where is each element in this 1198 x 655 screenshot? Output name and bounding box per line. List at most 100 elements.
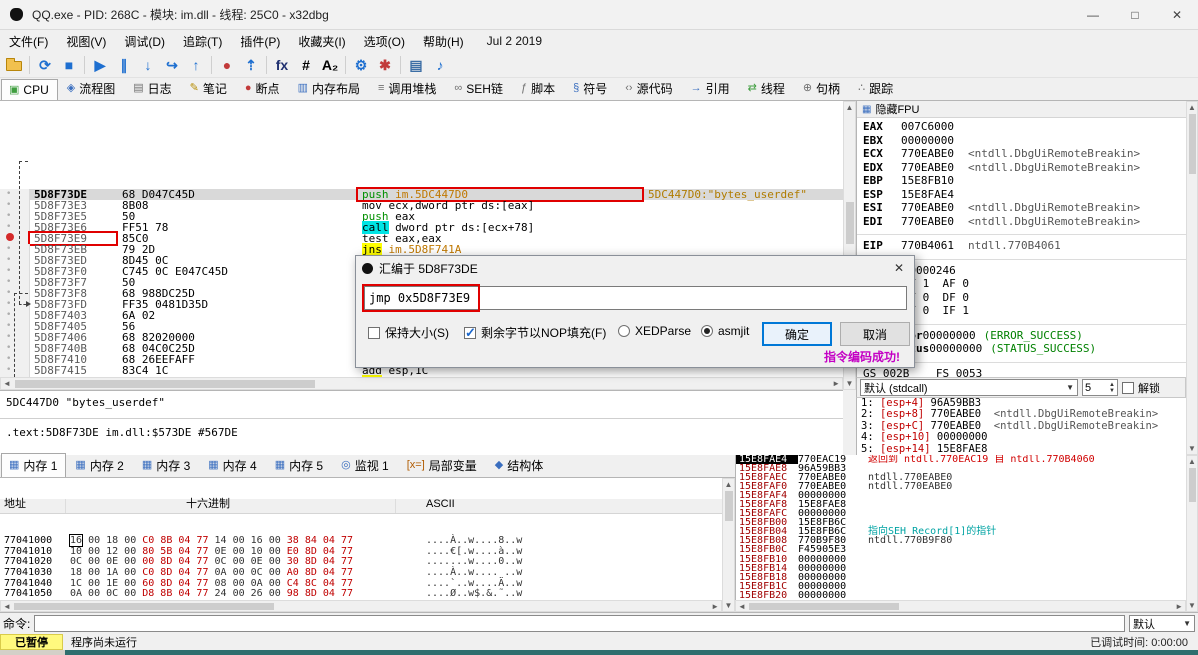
- argument-row[interactable]: 5: [esp+14] 15E8FAE8: [857, 443, 1186, 455]
- tab-references[interactable]: → 引用: [683, 76, 739, 100]
- assemble-az-button[interactable]: A₂: [318, 53, 342, 76]
- dialog-title-bar[interactable]: 汇编于 5D8F73DE ✕: [356, 256, 914, 280]
- tab-call-stack[interactable]: ≡ 调用堆栈: [370, 76, 445, 100]
- unlock-checkbox[interactable]: [1122, 381, 1134, 394]
- stack-view[interactable]: 15E8FAE4 770EAC19 返回到 ntdll.770EAC19 自 ntd…: [735, 455, 1186, 600]
- register-row[interactable]: ESI 770EABE0 <ntdll.DbgUiRemoteBreakin>: [857, 201, 1186, 215]
- tab-threads[interactable]: ⇄ 线程: [740, 76, 794, 100]
- disasm-comment: [642, 244, 843, 255]
- menu-item-view[interactable]: 视图(V): [57, 30, 115, 53]
- menu-item-debug[interactable]: 调试(D): [115, 30, 174, 53]
- x32dbg-window: QQ.exe - PID: 268C - 模块: im.dll - 线程: 25…: [0, 0, 1198, 655]
- keep-size-option[interactable]: 保持大小(S): [368, 324, 449, 341]
- toolbar-separator: [29, 55, 30, 74]
- tab-dump3[interactable]: ▦ 内存 3: [134, 453, 199, 477]
- fill-nop-option[interactable]: 剩余字节以NOP填充(F): [464, 324, 606, 341]
- tab-script[interactable]: ƒ 脚本: [513, 76, 564, 100]
- tab-memory-map[interactable]: ▥ 内存布局: [290, 76, 369, 100]
- register-row[interactable]: EDX 770EABE0 <ntdll.DbgUiRemoteBreakin>: [857, 161, 1186, 175]
- pause-button[interactable]: ∥: [112, 53, 136, 76]
- menu-item-help[interactable]: 帮助(H): [414, 30, 473, 53]
- dump4-icon: ▦: [208, 459, 219, 471]
- restart-button[interactable]: ⟳: [33, 53, 57, 76]
- asmjit-radio[interactable]: [701, 325, 713, 337]
- stack-vscrollbar[interactable]: ▲ ▼: [1186, 455, 1198, 612]
- argument-count-spinner[interactable]: 5 ▲ ▼: [1082, 379, 1118, 396]
- xedparse-option[interactable]: XEDParse: [618, 324, 691, 338]
- register-row[interactable]: ESP 15E8FAE4: [857, 188, 1186, 202]
- ok-button[interactable]: 确定: [762, 322, 832, 346]
- tab-breakpoints[interactable]: ● 断点: [237, 76, 289, 100]
- tab-dump5[interactable]: ▦ 内存 5: [267, 453, 332, 477]
- settings-gear-button[interactable]: ⚙: [349, 53, 373, 76]
- hide-fpu-button[interactable]: ▦ 隐藏FPU: [857, 101, 1186, 118]
- fill-nop-checkbox[interactable]: [464, 325, 476, 341]
- tab-notes[interactable]: ✎ 笔记: [182, 76, 236, 100]
- menu-item-file[interactable]: 文件(F): [0, 30, 57, 53]
- register-row[interactable]: EIP 770B4061 ntdll.770B4061: [857, 239, 1186, 253]
- command-input[interactable]: [34, 615, 1125, 632]
- bottom-tab-bar: ▦ 内存 1 ▦ 内存 2 ▦ 内存 3 ▦ 内存 4 ▦ 内存 5 ◎ 监视 1 [x=] 局部变量 ◆ 结…: [0, 453, 735, 478]
- tab-cpu[interactable]: ▣ CPU: [1, 79, 58, 100]
- memory-vscrollbar[interactable]: ▲ ▼: [722, 478, 735, 612]
- keep-size-checkbox[interactable]: [368, 326, 380, 339]
- dialog-close-button[interactable]: ✕: [884, 256, 914, 280]
- tab-watch1[interactable]: ◎ 监视 1: [333, 453, 398, 477]
- assemble-az-button-icon: A₂: [321, 56, 339, 73]
- stack-row[interactable]: 15E8FB20 00000000: [736, 590, 1186, 600]
- register-row[interactable]: GS 002B FS 0053: [857, 367, 1186, 378]
- script-fx-button[interactable]: fx: [270, 53, 294, 76]
- minimize-button[interactable]: —: [1072, 0, 1114, 30]
- maximize-button[interactable]: □: [1114, 0, 1156, 30]
- stack-hscrollbar[interactable]: ◄ ►: [735, 600, 1186, 612]
- register-row[interactable]: EBX 00000000: [857, 134, 1186, 148]
- notify-button[interactable]: ♪: [428, 53, 452, 76]
- command-mode-label: 默认: [1133, 618, 1155, 631]
- assemble-instruction-input[interactable]: [364, 286, 907, 310]
- info-box: 5DC447D0 "bytes_userdef" .text:5D8F73DE …: [0, 390, 843, 455]
- tab-graph[interactable]: ◈ 流程图: [59, 76, 124, 100]
- tab-handles[interactable]: ⊕ 句柄: [795, 76, 849, 100]
- run-button[interactable]: ▶: [88, 53, 112, 76]
- stepi-count-button[interactable]: #: [294, 53, 318, 76]
- asmjit-option[interactable]: asmjit: [701, 324, 749, 338]
- tab-source[interactable]: ‹› 源代码: [617, 76, 681, 100]
- xedparse-radio[interactable]: [618, 325, 630, 337]
- tab-struct[interactable]: ◆ 结构体: [487, 453, 552, 477]
- run-to-return-button[interactable]: ↑: [184, 53, 208, 76]
- register-row[interactable]: EAX 007C6000: [857, 120, 1186, 134]
- tab-dump2[interactable]: ▦ 内存 2: [67, 453, 132, 477]
- favourites-star-button[interactable]: ✱: [373, 53, 397, 76]
- database-button[interactable]: ▤: [404, 53, 428, 76]
- step-into-button[interactable]: ↓: [136, 53, 160, 76]
- gutter-dot-icon: •: [0, 244, 30, 255]
- tab-log[interactable]: ▤ 日志: [125, 76, 180, 100]
- menu-item-favourites[interactable]: 收藏夹(I): [289, 30, 354, 53]
- tab-symbols[interactable]: § 符号: [565, 76, 616, 100]
- tab-seh[interactable]: ∞ SEH链: [446, 76, 512, 100]
- menu-item-trace[interactable]: 追踪(T): [174, 30, 231, 53]
- tab-label: 引用: [705, 82, 730, 96]
- trace-into-button[interactable]: ⇡: [239, 53, 263, 76]
- tab-locals[interactable]: [x=] 局部变量: [399, 453, 486, 477]
- registers-vscrollbar[interactable]: ▲ ▼: [1186, 101, 1198, 455]
- register-row[interactable]: EBP 15E8FB10: [857, 174, 1186, 188]
- tab-trace[interactable]: ∴ 跟踪: [850, 76, 902, 100]
- register-row[interactable]: EDI 770EABE0 <ntdll.DbgUiRemoteBreakin>: [857, 215, 1186, 229]
- stop-button[interactable]: ■: [57, 53, 81, 76]
- step-over-button[interactable]: ↪: [160, 53, 184, 76]
- convention-combobox[interactable]: 默认 (stdcall) ▼: [860, 379, 1078, 396]
- memory-hscrollbar[interactable]: ◄ ►: [0, 600, 722, 612]
- close-button[interactable]: ✕: [1156, 0, 1198, 30]
- close-process-button[interactable]: ●: [215, 53, 239, 76]
- menu-item-plugins[interactable]: 插件(P): [231, 30, 289, 53]
- command-mode-combobox[interactable]: 默认 ▼: [1129, 615, 1195, 632]
- open-file-button[interactable]: [2, 53, 26, 76]
- menu-item-options[interactable]: 选项(O): [355, 30, 414, 53]
- memory-dump[interactable]: 地址 十六进制 ASCII 77041000 16 00 18 00 C0 8B …: [0, 478, 722, 600]
- disasm-hscrollbar[interactable]: ◄ ►: [0, 377, 843, 390]
- tab-dump4[interactable]: ▦ 内存 4: [200, 453, 265, 477]
- tab-dump1[interactable]: ▦ 内存 1: [1, 453, 67, 477]
- register-row[interactable]: ECX 770EABE0 <ntdll.DbgUiRemoteBreakin>: [857, 147, 1186, 161]
- cancel-button[interactable]: 取消: [840, 322, 910, 346]
